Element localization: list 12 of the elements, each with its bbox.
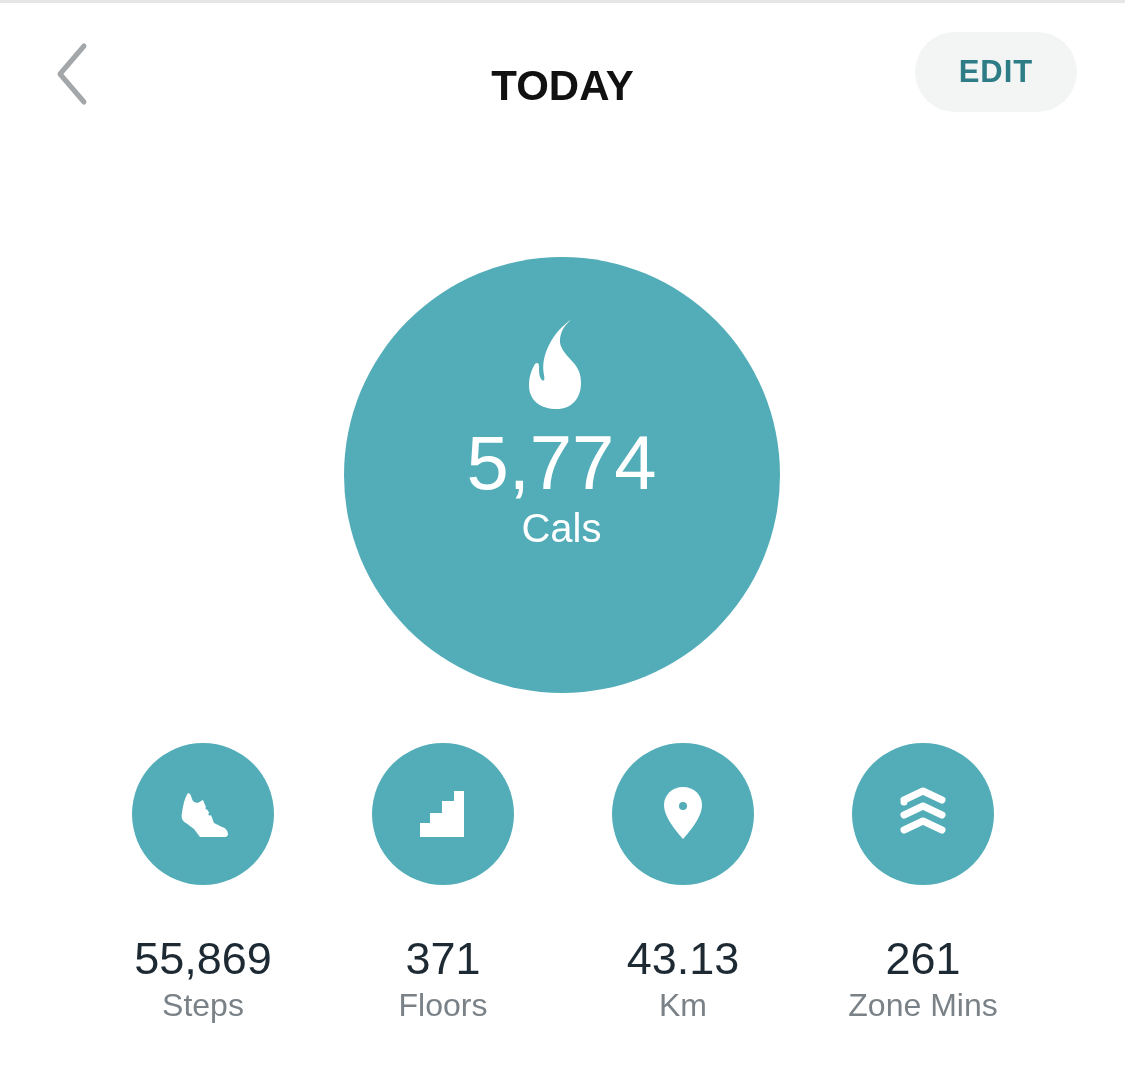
calories-unit: Cals: [521, 505, 602, 551]
calories-value: 5,774: [466, 421, 657, 505]
stat-value: 55,869: [134, 933, 272, 985]
stat-label: Steps: [162, 986, 244, 1025]
stat-label: Zone Mins: [848, 986, 998, 1025]
edit-button[interactable]: EDIT: [915, 32, 1077, 112]
stat-label: Km: [659, 986, 707, 1025]
stat-value: 371: [405, 933, 481, 985]
screen-title: TODAY: [491, 62, 634, 110]
stat-value: 43.13: [626, 933, 740, 985]
stat-label: Floors: [398, 986, 488, 1025]
stat-value: 261: [885, 933, 961, 985]
